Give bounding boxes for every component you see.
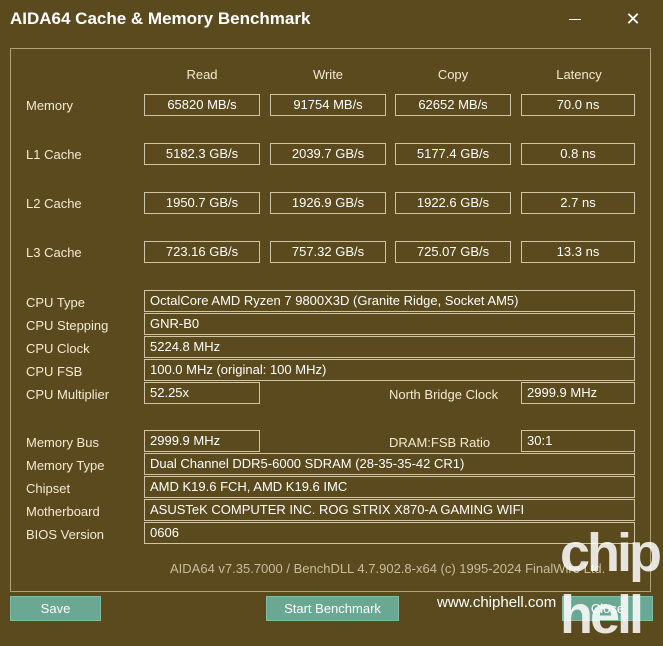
cpu-type-value: OctalCore AMD Ryzen 7 9800X3D (Granite R… — [144, 290, 635, 312]
chipset-label: Chipset — [26, 481, 71, 496]
l3-read-value: 723.16 GB/s — [144, 241, 260, 263]
l2-read-value: 1950.7 GB/s — [144, 192, 260, 214]
motherboard-value: ASUSTeK COMPUTER INC. ROG STRIX X870-A G… — [144, 499, 635, 521]
cpu-multiplier-label: CPU Multiplier — [26, 387, 110, 402]
minimize-icon[interactable] — [560, 6, 590, 32]
col-header-copy: Copy — [437, 67, 469, 82]
bios-version-label: BIOS Version — [26, 527, 105, 542]
l3-latency-value: 13.3 ns — [521, 241, 635, 263]
chiphell-watermark-logo: chip hell — [560, 523, 662, 645]
version-footer: AIDA64 v7.35.7000 / BenchDLL 4.7.902.8-x… — [170, 561, 606, 576]
l1-write-value: 2039.7 GB/s — [270, 143, 386, 165]
close-icon[interactable]: ✕ — [618, 6, 648, 32]
cpu-type-label: CPU Type — [26, 295, 86, 310]
dram-ratio-label: DRAM:FSB Ratio — [389, 435, 491, 450]
memory-bus-value: 2999.9 MHz — [144, 430, 260, 452]
nb-clock-label: North Bridge Clock — [389, 387, 499, 402]
l1-copy-value: 5177.4 GB/s — [395, 143, 511, 165]
l1-latency-value: 0.8 ns — [521, 143, 635, 165]
chiphell-watermark-url: www.chiphell.com — [437, 594, 557, 611]
col-header-read: Read — [186, 67, 218, 82]
memory-write-value: 91754 MB/s — [270, 94, 386, 116]
dram-ratio-value: 30:1 — [521, 430, 635, 452]
l2-copy-value: 1922.6 GB/s — [395, 192, 511, 214]
row-label-l2: L2 Cache — [26, 196, 82, 211]
memory-type-value: Dual Channel DDR5-6000 SDRAM (28-35-35-4… — [144, 453, 635, 475]
memory-type-label: Memory Type — [26, 458, 105, 473]
cpu-stepping-label: CPU Stepping — [26, 318, 109, 333]
memory-latency-value: 70.0 ns — [521, 94, 635, 116]
window-title: AIDA64 Cache & Memory Benchmark — [10, 9, 311, 28]
motherboard-label: Motherboard — [26, 504, 100, 519]
l2-latency-value: 2.7 ns — [521, 192, 635, 214]
col-header-latency: Latency — [556, 67, 602, 82]
row-label-l3: L3 Cache — [26, 245, 82, 260]
cpu-fsb-value: 100.0 MHz (original: 100 MHz) — [144, 359, 635, 381]
l1-read-value: 5182.3 GB/s — [144, 143, 260, 165]
chipset-value: AMD K19.6 FCH, AMD K19.6 IMC — [144, 476, 635, 498]
row-label-l1: L1 Cache — [26, 147, 82, 162]
cpu-clock-label: CPU Clock — [26, 341, 90, 356]
cpu-clock-value: 5224.8 MHz — [144, 336, 635, 358]
title-bar: AIDA64 Cache & Memory Benchmark ✕ — [0, 0, 663, 40]
cpu-fsb-label: CPU FSB — [26, 364, 83, 379]
memory-read-value: 65820 MB/s — [144, 94, 260, 116]
memory-copy-value: 62652 MB/s — [395, 94, 511, 116]
col-header-write: Write — [312, 67, 344, 82]
nb-clock-value: 2999.9 MHz — [521, 382, 635, 404]
memory-bus-label: Memory Bus — [26, 435, 99, 450]
l3-copy-value: 725.07 GB/s — [395, 241, 511, 263]
row-label-memory: Memory — [26, 98, 73, 113]
l3-write-value: 757.32 GB/s — [270, 241, 386, 263]
l2-write-value: 1926.9 GB/s — [270, 192, 386, 214]
start-benchmark-button[interactable]: Start Benchmark — [266, 596, 399, 621]
cpu-stepping-value: GNR-B0 — [144, 313, 635, 335]
cpu-multiplier-value: 52.25x — [144, 382, 260, 404]
save-button[interactable]: Save — [10, 596, 101, 621]
